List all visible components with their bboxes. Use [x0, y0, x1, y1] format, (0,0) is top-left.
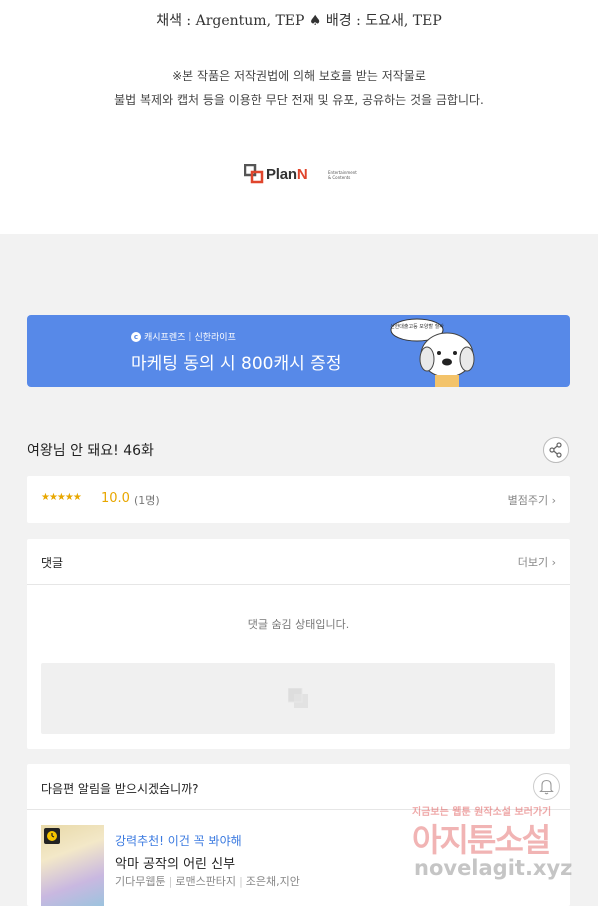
notification-card: 다음편 알림을 받으시겠습니까? 강력추천! 이건 꼭 봐야해 악마 공작의 어… [27, 764, 570, 906]
plann-logo-icon [244, 164, 264, 184]
comments-hidden-message: 댓글 숨김 상태입니다. [247, 618, 350, 631]
banner-partner: 신한라이프 [194, 333, 236, 343]
comments-title: 댓글 [41, 556, 64, 570]
episode-title: 여왕님 안 돼요! 46화 [27, 443, 154, 459]
recommendation-title[interactable]: 악마 공작의 어린 신부 [115, 853, 235, 872]
image-placeholder-icon [288, 688, 308, 708]
rating-card: ★★★★★ 10.0 (1명) 별점주기 › [27, 476, 570, 523]
rating-score: 10.0 [101, 491, 130, 506]
dog-speech-bubble: 신한대출고등 모양할 헐싸 [390, 323, 444, 330]
banner-headline: 마케팅 동의 시 800캐시 증정 [131, 354, 342, 374]
logo-wordmark: PlanN [266, 166, 308, 183]
comments-card: 댓글 더보기 › 댓글 숨김 상태입니다. [27, 539, 570, 749]
clock-icon [47, 831, 57, 841]
dog-illustration: 신한대출고등 모양할 헐싸 [390, 318, 475, 387]
credits-section: 채색 : Argentum, TEP ♠ 배경 : 도요새, TEP ※본 작품… [0, 0, 598, 234]
banner-brand-row: c 캐시프렌즈 | 신한라이프 [131, 330, 236, 343]
divider [27, 584, 570, 585]
wait-free-badge [44, 828, 60, 844]
share-button[interactable] [543, 437, 569, 463]
recommendation-genre: 로맨스판타지 [175, 875, 237, 888]
recommendation-author: 조은채,지안 [245, 875, 300, 888]
notification-bell-button[interactable] [533, 773, 560, 800]
rate-button[interactable]: 별점주기 › [508, 492, 556, 508]
copyright-notice: ※본 작품은 저작권법에 의해 보호를 받는 저작물로 불법 복제와 캡처 등을… [0, 64, 598, 112]
recommendation-promo[interactable]: 강력추천! 이건 꼭 봐야해 [115, 832, 242, 849]
rating-stars: ★★★★★ [41, 492, 82, 503]
share-icon [549, 442, 562, 458]
banner-brand: 캐시프렌즈 [144, 333, 186, 343]
notice-line-2: 불법 복제와 캡처 등을 이용한 무단 전재 및 유포, 공유하는 것을 금합니… [114, 93, 484, 107]
comment-placeholder-box [41, 663, 555, 734]
recommendation-badge: 기다무웹툰 [115, 875, 166, 888]
rating-count: (1명) [134, 494, 160, 507]
comments-more-link[interactable]: 더보기 › [518, 554, 556, 570]
recommendation-thumbnail[interactable] [41, 825, 104, 906]
credits-text: 채색 : Argentum, TEP ♠ 배경 : 도요새, TEP [156, 13, 442, 29]
bell-icon [539, 779, 554, 795]
notification-question: 다음편 알림을 받으시겠습니까? [41, 782, 199, 796]
cash-friends-icon: c [131, 331, 141, 342]
promo-banner[interactable]: c 캐시프렌즈 | 신한라이프 마케팅 동의 시 800캐시 증정 신한대출고등… [27, 315, 570, 387]
divider [27, 809, 570, 810]
logo-tagline: Entertainment & Contents [328, 170, 357, 180]
recommendation-meta: 기다무웹툰 | 로맨스판타지 | 조은채,지안 [115, 875, 300, 888]
notice-line-1: ※본 작품은 저작권법에 의해 보호를 받는 저작물로 [172, 69, 426, 83]
plann-logo: PlanN Entertainment & Contents [244, 162, 359, 186]
